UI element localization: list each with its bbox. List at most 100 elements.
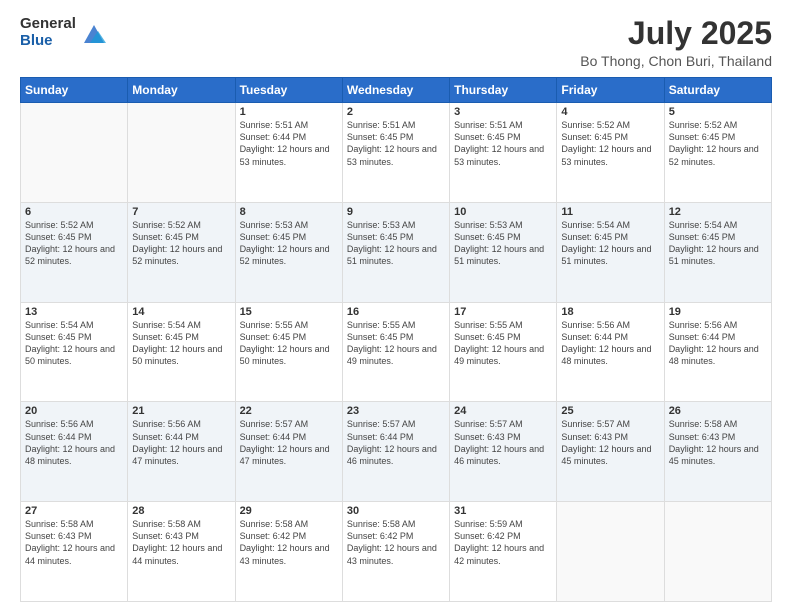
day-number: 22 xyxy=(240,405,338,417)
subtitle: Bo Thong, Chon Buri, Thailand xyxy=(580,53,772,69)
logo-icon xyxy=(80,19,108,47)
day-number: 24 xyxy=(454,405,552,417)
calendar-header-row: Sunday Monday Tuesday Wednesday Thursday… xyxy=(21,78,772,103)
day-info: Sunrise: 5:55 AMSunset: 6:45 PMDaylight:… xyxy=(240,320,330,366)
table-row: 14 Sunrise: 5:54 AMSunset: 6:45 PMDayligh… xyxy=(128,302,235,402)
table-row: 25Sunrise: 5:57 AMSunset: 6:43 PMDayligh… xyxy=(557,402,664,502)
day-number: 6 xyxy=(25,206,123,218)
day-info: Sunrise: 5:56 AMSunset: 6:44 PMDaylight:… xyxy=(132,419,222,465)
day-number: 21 xyxy=(132,405,230,417)
page: General Blue July 2025 Bo Thong, Chon Bu… xyxy=(0,0,792,612)
day-number: 27 xyxy=(25,505,123,517)
day-info: Sunrise: 5:53 AMSunset: 6:45 PMDaylight:… xyxy=(240,220,330,266)
day-number: 14 xyxy=(132,306,230,318)
day-info: Sunrise: 5:55 AMSunset: 6:45 PMDaylight:… xyxy=(454,320,544,366)
table-row: 17 Sunrise: 5:55 AMSunset: 6:45 PMDayligh… xyxy=(450,302,557,402)
calendar-week-row: 20 Sunrise: 5:56 AMSunset: 6:44 PMDayligh… xyxy=(21,402,772,502)
day-number: 18 xyxy=(561,306,659,318)
day-info: Sunrise: 5:52 AMSunset: 6:45 PMDaylight:… xyxy=(25,220,115,266)
day-number: 28 xyxy=(132,505,230,517)
day-info: Sunrise: 5:56 AMSunset: 6:44 PMDaylight:… xyxy=(25,419,115,465)
table-row: 10 Sunrise: 5:53 AMSunset: 6:45 PMDayligh… xyxy=(450,202,557,302)
table-row: 9Sunrise: 5:53 AMSunset: 6:45 PMDaylight… xyxy=(342,202,449,302)
day-number: 10 xyxy=(454,206,552,218)
table-row xyxy=(21,103,128,203)
table-row: 31 Sunrise: 5:59 AMSunset: 6:42 PMDayligh… xyxy=(450,502,557,602)
day-number: 30 xyxy=(347,505,445,517)
table-row: 11Sunrise: 5:54 AMSunset: 6:45 PMDayligh… xyxy=(557,202,664,302)
day-number: 20 xyxy=(25,405,123,417)
day-number: 4 xyxy=(561,106,659,118)
day-info: Sunrise: 5:54 AMSunset: 6:45 PMDaylight:… xyxy=(561,220,651,266)
day-number: 15 xyxy=(240,306,338,318)
day-info: Sunrise: 5:56 AMSunset: 6:44 PMDaylight:… xyxy=(669,320,759,366)
day-number: 29 xyxy=(240,505,338,517)
day-number: 25 xyxy=(561,405,659,417)
day-number: 16 xyxy=(347,306,445,318)
title-block: July 2025 Bo Thong, Chon Buri, Thailand xyxy=(580,16,772,69)
table-row: 12Sunrise: 5:54 AMSunset: 6:45 PMDayligh… xyxy=(664,202,771,302)
day-number: 26 xyxy=(669,405,767,417)
col-sunday: Sunday xyxy=(21,78,128,103)
table-row: 23Sunrise: 5:57 AMSunset: 6:44 PMDayligh… xyxy=(342,402,449,502)
table-row: 3Sunrise: 5:51 AMSunset: 6:45 PMDaylight… xyxy=(450,103,557,203)
table-row: 1 Sunrise: 5:51 AMSunset: 6:44 PMDaylight… xyxy=(235,103,342,203)
day-info: Sunrise: 5:55 AMSunset: 6:45 PMDaylight:… xyxy=(347,320,437,366)
table-row: 5 Sunrise: 5:52 AMSunset: 6:45 PMDaylight… xyxy=(664,103,771,203)
day-info: Sunrise: 5:52 AMSunset: 6:45 PMDaylight:… xyxy=(561,120,651,166)
table-row xyxy=(664,502,771,602)
day-info: Sunrise: 5:54 AMSunset: 6:45 PMDaylight:… xyxy=(25,320,115,366)
day-number: 31 xyxy=(454,505,552,517)
day-info: Sunrise: 5:58 AMSunset: 6:43 PMDaylight:… xyxy=(669,419,759,465)
day-info: Sunrise: 5:52 AMSunset: 6:45 PMDaylight:… xyxy=(132,220,222,266)
day-number: 13 xyxy=(25,306,123,318)
day-info: Sunrise: 5:53 AMSunset: 6:45 PMDaylight:… xyxy=(454,220,544,266)
day-info: Sunrise: 5:51 AMSunset: 6:44 PMDaylight:… xyxy=(240,120,330,166)
table-row: 8 Sunrise: 5:53 AMSunset: 6:45 PMDaylight… xyxy=(235,202,342,302)
table-row: 18 Sunrise: 5:56 AMSunset: 6:44 PMDayligh… xyxy=(557,302,664,402)
table-row xyxy=(128,103,235,203)
day-info: Sunrise: 5:59 AMSunset: 6:42 PMDaylight:… xyxy=(454,519,544,565)
day-info: Sunrise: 5:52 AMSunset: 6:45 PMDaylight:… xyxy=(669,120,759,166)
col-thursday: Thursday xyxy=(450,78,557,103)
day-info: Sunrise: 5:58 AMSunset: 6:42 PMDaylight:… xyxy=(347,519,437,565)
logo-blue: Blue xyxy=(20,33,76,50)
day-info: Sunrise: 5:58 AMSunset: 6:43 PMDaylight:… xyxy=(132,519,222,565)
col-tuesday: Tuesday xyxy=(235,78,342,103)
day-number: 1 xyxy=(240,106,338,118)
day-number: 17 xyxy=(454,306,552,318)
day-number: 2 xyxy=(347,106,445,118)
calendar-week-row: 27 Sunrise: 5:58 AMSunset: 6:43 PMDayligh… xyxy=(21,502,772,602)
logo-general: General xyxy=(20,16,76,33)
table-row: 20 Sunrise: 5:56 AMSunset: 6:44 PMDayligh… xyxy=(21,402,128,502)
calendar-week-row: 13 Sunrise: 5:54 AMSunset: 6:45 PMDayligh… xyxy=(21,302,772,402)
header: General Blue July 2025 Bo Thong, Chon Bu… xyxy=(20,16,772,69)
logo-text: General Blue xyxy=(20,16,76,49)
day-info: Sunrise: 5:58 AMSunset: 6:43 PMDaylight:… xyxy=(25,519,115,565)
day-number: 5 xyxy=(669,106,767,118)
col-wednesday: Wednesday xyxy=(342,78,449,103)
table-row: 24 Sunrise: 5:57 AMSunset: 6:43 PMDayligh… xyxy=(450,402,557,502)
table-row: 22 Sunrise: 5:57 AMSunset: 6:44 PMDayligh… xyxy=(235,402,342,502)
table-row: 6 Sunrise: 5:52 AMSunset: 6:45 PMDaylight… xyxy=(21,202,128,302)
col-friday: Friday xyxy=(557,78,664,103)
logo: General Blue xyxy=(20,16,108,49)
day-number: 3 xyxy=(454,106,552,118)
day-number: 7 xyxy=(132,206,230,218)
day-info: Sunrise: 5:51 AMSunset: 6:45 PMDaylight:… xyxy=(347,120,437,166)
day-info: Sunrise: 5:54 AMSunset: 6:45 PMDaylight:… xyxy=(669,220,759,266)
day-info: Sunrise: 5:57 AMSunset: 6:44 PMDaylight:… xyxy=(240,419,330,465)
table-row: 29Sunrise: 5:58 AMSunset: 6:42 PMDayligh… xyxy=(235,502,342,602)
main-title: July 2025 xyxy=(580,16,772,51)
day-info: Sunrise: 5:57 AMSunset: 6:43 PMDaylight:… xyxy=(454,419,544,465)
day-info: Sunrise: 5:56 AMSunset: 6:44 PMDaylight:… xyxy=(561,320,651,366)
day-info: Sunrise: 5:53 AMSunset: 6:45 PMDaylight:… xyxy=(347,220,437,266)
table-row xyxy=(557,502,664,602)
table-row: 4 Sunrise: 5:52 AMSunset: 6:45 PMDaylight… xyxy=(557,103,664,203)
day-number: 8 xyxy=(240,206,338,218)
day-info: Sunrise: 5:54 AMSunset: 6:45 PMDaylight:… xyxy=(132,320,222,366)
table-row: 19Sunrise: 5:56 AMSunset: 6:44 PMDayligh… xyxy=(664,302,771,402)
day-number: 23 xyxy=(347,405,445,417)
calendar-table: Sunday Monday Tuesday Wednesday Thursday… xyxy=(20,77,772,602)
table-row: 21 Sunrise: 5:56 AMSunset: 6:44 PMDayligh… xyxy=(128,402,235,502)
